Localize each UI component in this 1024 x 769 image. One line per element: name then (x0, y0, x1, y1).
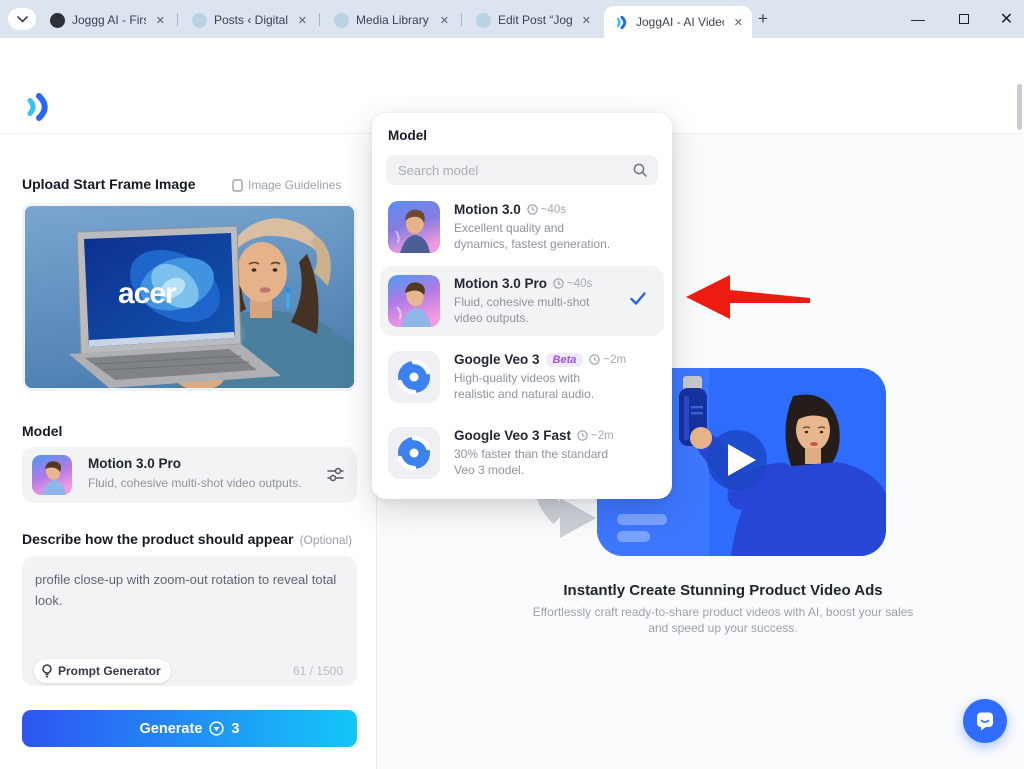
tab-strip: Joggg AI - First D ✕ Posts ‹ Digital Ka … (0, 0, 1024, 38)
tab-close-icon[interactable]: ✕ (437, 14, 452, 27)
new-tab-button[interactable]: + (748, 0, 778, 38)
model-option-thumbnail (388, 275, 440, 327)
tab-joggai-active[interactable]: JoggAI - AI Video ✕ (604, 6, 752, 38)
model-option-thumbnail (388, 351, 440, 403)
tab-close-icon[interactable]: ✕ (295, 14, 310, 27)
model-option-time: ~2m (591, 430, 614, 442)
selected-model-description: Fluid, cohesive multi-shot video outputs… (88, 476, 301, 490)
minimize-button[interactable]: — (898, 0, 938, 38)
maximize-button[interactable] (944, 0, 984, 38)
model-settings-icon[interactable] (327, 467, 344, 482)
tab-close-icon[interactable]: ✕ (731, 16, 746, 29)
model-search-input[interactable] (386, 155, 658, 185)
tab-posts-digital[interactable]: Posts ‹ Digital Ka ✕ (182, 7, 316, 33)
tab-favicon (192, 13, 207, 28)
selected-model-name: Motion 3.0 Pro (88, 456, 181, 471)
tab-title: JoggAI - AI Video (636, 15, 724, 29)
tab-separator (177, 13, 178, 26)
model-option-description: 30% faster than the standard Veo 3 model… (454, 446, 620, 478)
tab-favicon (50, 13, 65, 28)
tab-separator (319, 13, 320, 26)
prompt-textarea[interactable]: profile close-up with zoom-out rotation … (22, 556, 357, 651)
tab-search-button[interactable] (8, 8, 36, 30)
clock-icon (589, 354, 600, 365)
prompt-generator-label: Prompt Generator (58, 664, 161, 678)
model-option-thumbnail (388, 201, 440, 253)
describe-label: Describe how the product should appear (22, 531, 293, 547)
generate-button[interactable]: Generate 3 (22, 710, 357, 747)
promo-subtitle: Effortlessly craft ready-to-share produc… (523, 604, 923, 636)
chevron-down-icon (17, 16, 28, 23)
tab-close-icon[interactable]: ✕ (579, 14, 594, 27)
tab-title: Media Library ‹ Di (356, 13, 430, 27)
search-icon (633, 163, 647, 177)
dropdown-title: Model (388, 128, 427, 143)
tab-title: Joggg AI - First D (72, 13, 146, 27)
model-option-description: High-quality videos with realistic and n… (454, 370, 620, 402)
guidelines-doc-icon (232, 179, 243, 192)
tab-favicon (476, 13, 491, 28)
model-section-label: Model (22, 423, 62, 439)
model-option-name: Google Veo 3 (454, 352, 540, 367)
optional-label: (Optional) (299, 533, 352, 547)
image-guidelines-link[interactable]: Image Guidelines (232, 178, 341, 192)
page-scrollbar-thumb[interactable] (1017, 84, 1022, 130)
clock-icon (577, 430, 588, 441)
model-search[interactable] (386, 155, 658, 185)
chat-widget-button[interactable] (963, 699, 1007, 743)
tab-media-library[interactable]: Media Library ‹ Di ✕ (324, 7, 458, 33)
tab-title: Posts ‹ Digital Ka (214, 13, 288, 27)
close-window-button[interactable]: ✕ (989, 0, 1024, 38)
acer-product-photo: acer (25, 206, 354, 388)
credit-cost-icon (209, 721, 224, 736)
model-option-thumbnail (388, 427, 440, 479)
beta-badge: Beta (546, 353, 584, 367)
model-option-time: ~40s (567, 278, 592, 290)
model-option-google-veo-3-fast[interactable]: Google Veo 3 Fast ~2m 30% faster than th… (380, 418, 664, 492)
chat-bubble-icon (974, 710, 996, 732)
maximize-icon (959, 14, 969, 24)
upload-start-frame-label: Upload Start Frame Image (22, 176, 196, 192)
tab-edit-post[interactable]: Edit Post “JoggAI ✕ (466, 7, 600, 33)
joggai-favicon (614, 15, 629, 30)
selected-model-thumbnail (32, 455, 72, 495)
tab-joggg-ai-first[interactable]: Joggg AI - First D ✕ (40, 7, 174, 33)
model-option-name: Motion 3.0 (454, 202, 521, 217)
model-option-description: Excellent quality and dynamics, fastest … (454, 220, 620, 252)
generate-label: Generate (140, 721, 203, 737)
lightbulb-icon (41, 664, 53, 678)
joggai-logo (22, 91, 54, 123)
start-frame-photo: acer (25, 206, 354, 388)
tab-close-icon[interactable]: ✕ (153, 14, 168, 27)
model-option-google-veo-3[interactable]: Google Veo 3 Beta ~2m High-quality video… (380, 342, 664, 412)
clock-icon (527, 204, 538, 215)
prompt-generator-button[interactable]: Prompt Generator (34, 659, 171, 683)
browser-toolbar: ← → ↻ app.jogg.ai/product-video-shoot ☆ … (0, 38, 1024, 78)
red-annotation-arrow (678, 270, 818, 325)
generate-cost: 3 (231, 721, 239, 737)
selected-model-card[interactable]: Motion 3.0 Pro Fluid, cohesive multi-sho… (22, 447, 357, 503)
model-option-motion-30[interactable]: Motion 3.0 ~40s Excellent quality and dy… (380, 192, 664, 262)
prompt-box: profile close-up with zoom-out rotation … (22, 556, 357, 686)
start-frame-image-box[interactable]: acer (22, 203, 357, 391)
model-option-description: Fluid, cohesive multi-shot video outputs… (454, 294, 620, 326)
clock-icon (553, 278, 564, 289)
tab-favicon (334, 13, 349, 28)
image-guidelines-label: Image Guidelines (248, 178, 341, 192)
model-option-name: Motion 3.0 Pro (454, 276, 547, 291)
selected-check-icon (630, 292, 646, 305)
model-option-motion-30-pro[interactable]: Motion 3.0 Pro ~40s Fluid, cohesive mult… (380, 266, 664, 336)
tab-separator (461, 13, 462, 26)
tab-title: Edit Post “JoggAI (498, 13, 572, 27)
model-option-name: Google Veo 3 Fast (454, 428, 571, 443)
model-option-time: ~40s (541, 204, 566, 216)
char-counter: 61 / 1500 (293, 664, 343, 678)
promo-title: Instantly Create Stunning Product Video … (423, 582, 1023, 599)
model-option-time: ~2m (603, 354, 626, 366)
acer-logo-text: acer (118, 277, 177, 310)
model-dropdown: Model Motion 3.0 ~40s (372, 113, 672, 499)
